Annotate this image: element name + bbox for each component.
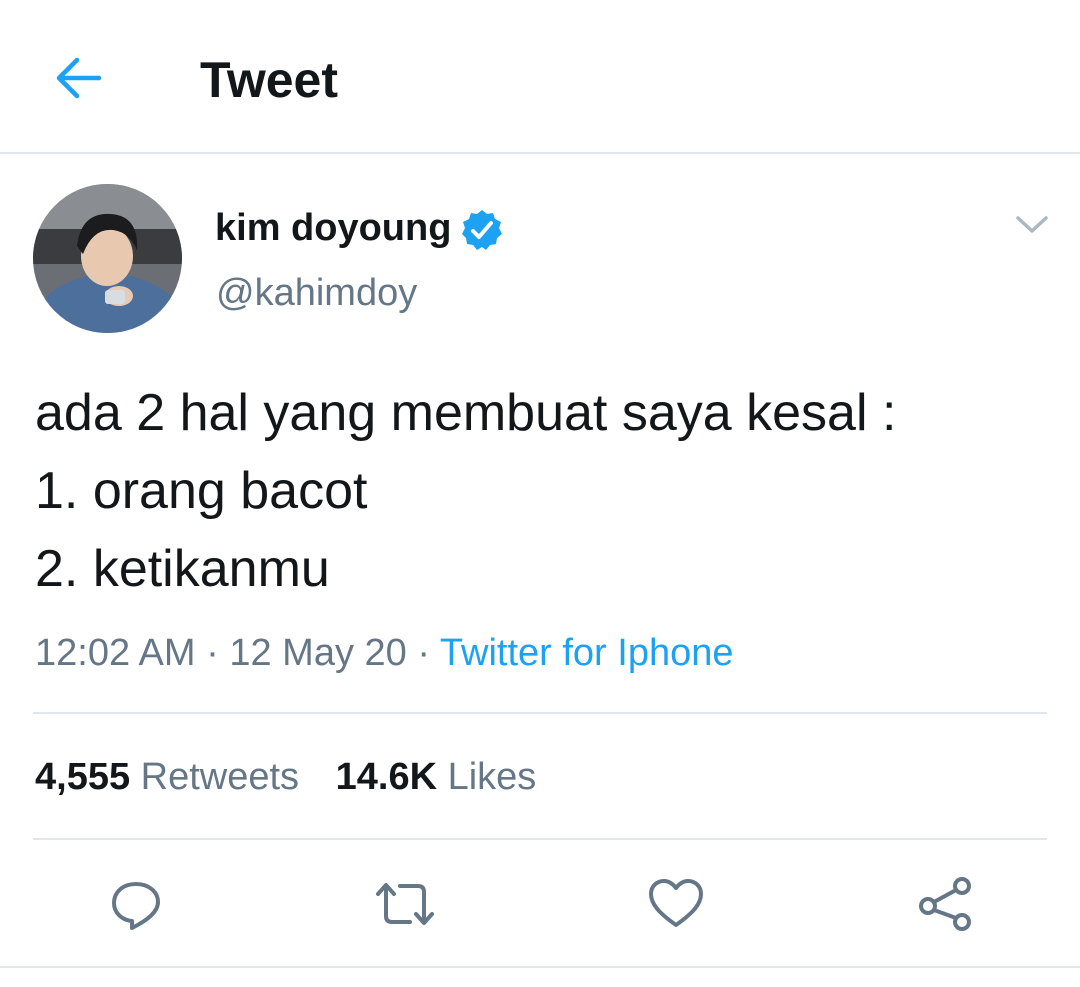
author-display-name[interactable]: kim doyoung: [215, 205, 451, 251]
tweet-stats: 4,555 Retweets 14.6K Likes: [35, 752, 536, 802]
likes-count: 14.6K: [335, 756, 438, 798]
back-button[interactable]: [50, 52, 106, 104]
author-handle[interactable]: @kahimdoy: [216, 270, 417, 316]
top-bar: Tweet: [0, 0, 1080, 154]
tweet-metadata: 12:02 AM · 12 May 20 · Twitter for Iphon…: [35, 628, 733, 678]
divider: [33, 838, 1047, 840]
tweet-text-line-3: 2. ketikanmu: [35, 540, 330, 598]
likes-stat[interactable]: 14.6K Likes: [336, 752, 537, 802]
meta-separator: ·: [206, 632, 219, 674]
share-button[interactable]: [913, 872, 977, 936]
tweet-time: 12:02 AM: [35, 632, 196, 674]
reply-icon: [112, 882, 160, 930]
verified-badge-icon: [462, 210, 502, 250]
meta-separator: ·: [417, 632, 431, 674]
divider: [33, 712, 1047, 714]
like-button[interactable]: [644, 872, 708, 936]
retweets-count: 4,555: [35, 756, 131, 798]
retweets-label: Retweets: [140, 756, 300, 798]
reply-button[interactable]: [104, 872, 168, 936]
likes-label: Likes: [447, 756, 537, 798]
arrow-left-icon: [56, 57, 102, 99]
avatar[interactable]: [33, 184, 182, 333]
retweet-button[interactable]: [373, 872, 437, 936]
tweet-source-link[interactable]: Twitter for Iphone: [440, 632, 734, 674]
divider: [0, 966, 1080, 968]
like-icon: [649, 879, 703, 927]
profile-photo: [33, 184, 182, 333]
tweet-text-line-2: 1. orang bacot: [35, 462, 368, 520]
chevron-down-icon: [1016, 216, 1048, 233]
tweet-date: 12 May 20: [229, 632, 407, 674]
page-title: Tweet: [200, 52, 338, 108]
retweets-stat[interactable]: 4,555 Retweets: [35, 752, 299, 802]
more-options-button[interactable]: [1012, 210, 1052, 240]
tweet-text-line-1: ada 2 hal yang membuat saya kesal :: [35, 384, 897, 442]
retweet-icon: [376, 883, 434, 925]
share-icon: [919, 877, 971, 931]
